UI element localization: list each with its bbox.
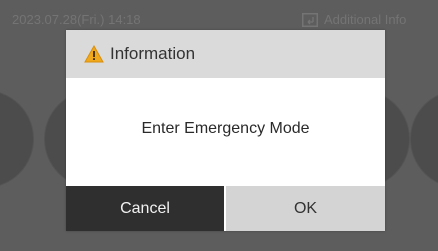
ok-button[interactable]: OK — [226, 186, 385, 231]
warning-icon — [84, 45, 104, 63]
background-mode-button — [0, 90, 34, 188]
cancel-button-label: Cancel — [120, 199, 170, 217]
dialog-message: Enter Emergency Mode — [141, 120, 310, 137]
back-arrow-icon — [302, 12, 318, 27]
device-screen: 2023.07.28(Fri.) 14:18 Additional Info I… — [0, 0, 438, 251]
cancel-button[interactable]: Cancel — [66, 186, 224, 231]
information-dialog: Information Enter Emergency Mode Cancel … — [66, 30, 385, 231]
ok-button-label: OK — [293, 199, 318, 217]
additional-info-label: Additional Info — [324, 12, 407, 27]
dialog-title: Information — [110, 44, 196, 63]
background-mode-button — [410, 90, 438, 188]
additional-info-button[interactable]: Additional Info — [302, 12, 406, 27]
dialog-header: Information — [66, 30, 385, 78]
datetime-label: 2023.07.28(Fri.) 14:18 — [12, 12, 141, 27]
